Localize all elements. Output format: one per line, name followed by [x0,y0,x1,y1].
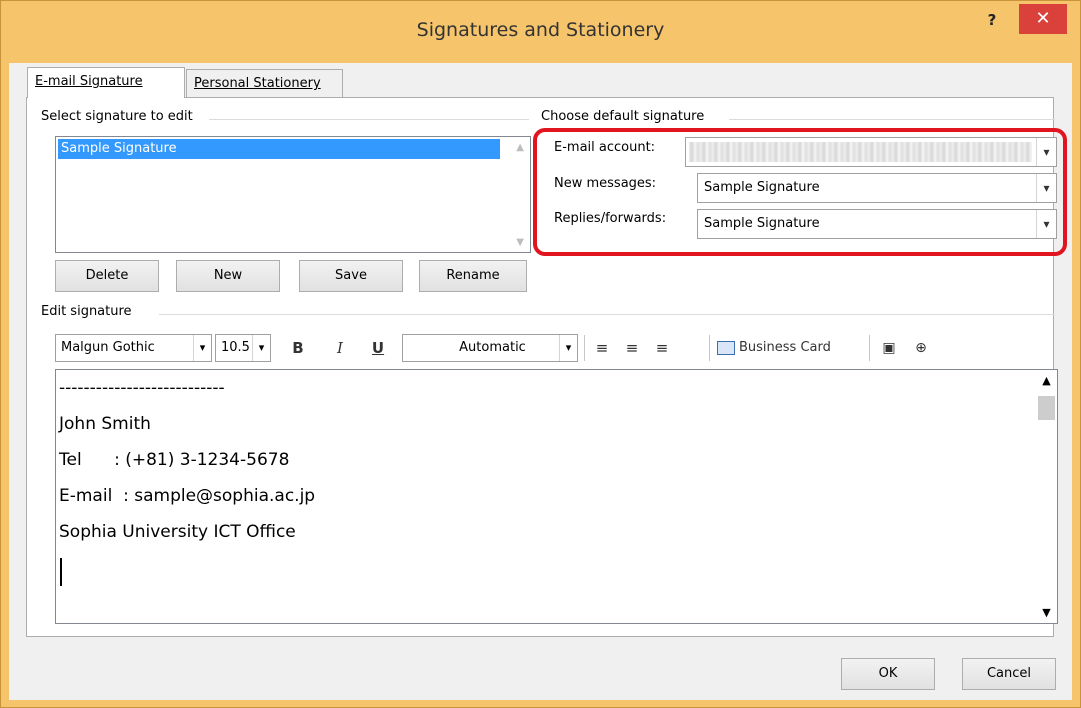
toolbar-separator [869,335,870,361]
dialog-title: Signatures and Stationery [416,19,665,41]
font-value: Malgun Gothic [61,340,155,355]
chevron-down-icon[interactable]: ▾ [193,335,211,361]
tab-email-signature-label: E-mail Signature [35,74,143,89]
select-signature-heading: Select signature to edit [41,109,199,124]
close-button[interactable]: ✕ [1019,4,1067,34]
title-bar: Signatures and Stationery ? ✕ [1,1,1080,63]
text-caret [60,558,62,586]
save-button[interactable]: Save [299,260,403,292]
cancel-button[interactable]: Cancel [962,658,1056,690]
underline-button[interactable]: U [367,336,389,360]
help-button[interactable]: ? [979,9,1005,31]
close-icon: ✕ [1035,8,1051,29]
toolbar-separator [709,335,710,361]
scroll-up-icon[interactable]: ▲ [1036,374,1057,387]
editor-line: John Smith [59,414,151,434]
group-divider [729,119,1055,120]
align-right-icon[interactable]: ≡ [651,336,673,360]
chevron-down-icon[interactable]: ▾ [252,335,270,361]
editor-line: E-mail : sample@sophia.ac.jp [59,486,316,506]
tab-personal-stationery[interactable]: Personal Stationery [186,69,343,97]
business-card-button[interactable]: Business Card [717,336,862,360]
align-left-icon[interactable]: ≡ [591,336,613,360]
font-color-value: Automatic [459,340,526,355]
signature-list-item[interactable]: Sample Signature [58,139,500,159]
group-divider [159,314,1055,315]
scroll-down-icon[interactable]: ▼ [1036,606,1057,619]
font-color-select[interactable]: Automatic ▾ [402,334,578,362]
align-center-icon[interactable]: ≡ [621,336,643,360]
font-size-select[interactable]: 10.5 ▾ [215,334,271,362]
delete-button[interactable]: Delete [55,260,159,292]
business-card-label: Business Card [739,340,831,355]
scroll-thumb[interactable] [1038,396,1055,420]
edit-signature-heading: Edit signature [41,304,138,319]
ok-button[interactable]: OK [841,658,935,690]
scroll-down-icon[interactable]: ▼ [516,237,524,248]
default-signature-heading: Choose default signature [541,109,711,124]
editor-line: Sophia University ICT Office [59,522,296,542]
italic-button[interactable]: I [329,336,351,360]
tab-email-signature[interactable]: E-mail Signature [27,67,185,98]
tab-personal-stationery-label: Personal Stationery [194,76,321,91]
vertical-scrollbar[interactable]: ▲ ▼ [1036,370,1057,623]
rename-button[interactable]: Rename [419,260,527,292]
highlight-box [533,128,1067,256]
insert-picture-icon[interactable]: ▣ [877,336,901,360]
dialog-window: Signatures and Stationery ? ✕ E-mail Sig… [0,0,1081,708]
font-select[interactable]: Malgun Gothic ▾ [55,334,212,362]
chevron-down-icon[interactable]: ▾ [559,335,577,361]
editor-line: Tel : (+81) 3-1234-5678 [59,450,290,470]
signature-list[interactable]: Sample Signature ▲ ▼ [55,136,531,253]
dialog-body: E-mail Signature Personal Stationery Sel… [9,63,1072,700]
scroll-up-icon[interactable]: ▲ [516,142,524,153]
business-card-icon [717,340,735,355]
hyperlink-icon[interactable]: ⊕ [909,336,933,360]
new-button[interactable]: New [176,260,280,292]
toolbar-separator [584,335,585,361]
font-size-value: 10.5 [221,340,250,355]
bold-button[interactable]: B [287,336,309,360]
editor-line: --------------------------- [59,378,225,398]
group-divider [209,119,529,120]
signature-editor[interactable]: --------------------------- John Smith T… [55,369,1058,624]
